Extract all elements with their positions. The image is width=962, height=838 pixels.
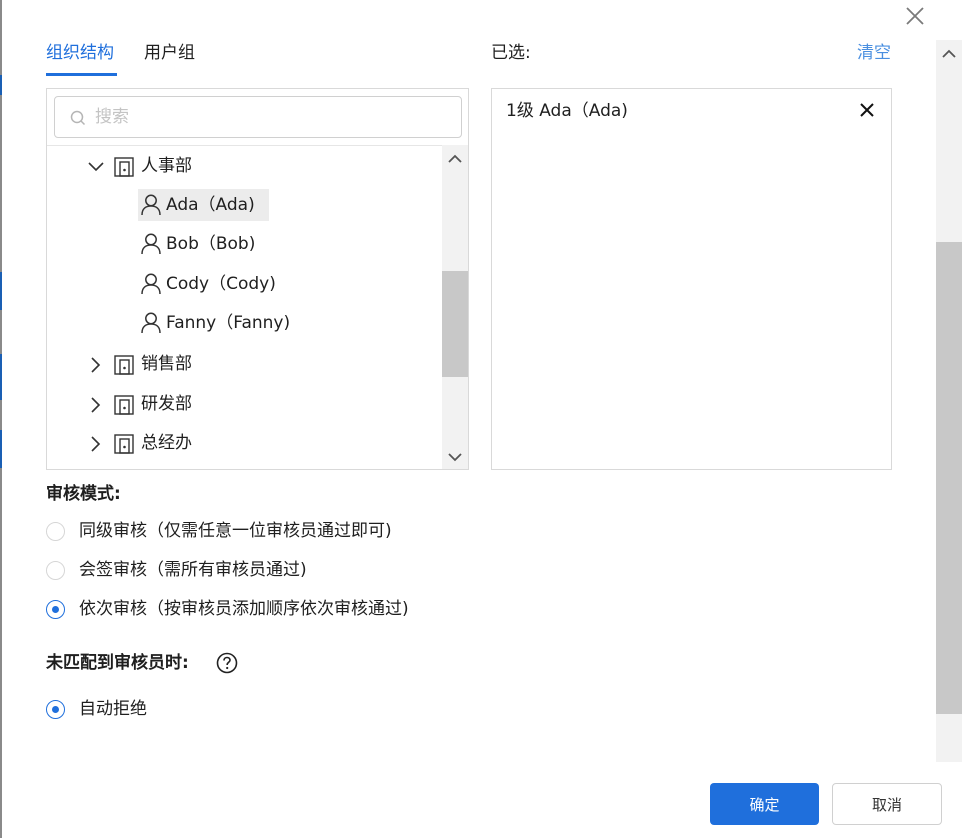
cancel-button[interactable]: 取消	[832, 783, 942, 825]
active-tab-indicator	[46, 73, 117, 76]
search-input[interactable]	[95, 103, 445, 131]
review-mode-option[interactable]: 会签审核（需所有审核员通过)	[46, 556, 346, 584]
tree-scrollbar[interactable]	[442, 145, 468, 469]
tree-node-user[interactable]: Ada（Ada)	[138, 189, 269, 221]
tree-node-user[interactable]: Fanny（Fanny)	[138, 307, 308, 339]
radio-button-checked[interactable]	[46, 600, 65, 619]
search-icon	[70, 110, 86, 126]
tab-org-structure[interactable]: 组织结构	[46, 40, 114, 66]
radio-button-checked[interactable]	[46, 700, 65, 719]
building-icon	[114, 157, 134, 177]
tree-node-dept[interactable]: 研发部	[87, 388, 287, 420]
help-icon[interactable]	[216, 652, 238, 674]
chevron-right-icon[interactable]	[87, 396, 105, 414]
page-scroll-thumb[interactable]	[936, 242, 962, 714]
tree-divider	[47, 145, 468, 146]
remove-selected-icon[interactable]	[858, 101, 876, 119]
review-mode-option[interactable]: 依次审核（按审核员添加顺序依次审核通过)	[46, 595, 466, 623]
chevron-down-icon[interactable]	[87, 158, 105, 176]
no-match-title: 未匹配到审核员时:	[46, 653, 189, 673]
window-left-edge-mark	[0, 430, 2, 468]
radio-label: 会签审核（需所有审核员通过)	[79, 560, 307, 580]
tree-node-label: Ada（Ada)	[166, 195, 255, 215]
radio-label: 自动拒绝	[79, 699, 147, 719]
radio-button[interactable]	[46, 561, 65, 580]
close-icon[interactable]	[903, 4, 927, 28]
radio-label: 同级审核（仅需任意一位审核员通过即可)	[79, 521, 392, 541]
window-left-edge-mark	[0, 354, 2, 400]
building-icon	[114, 434, 134, 454]
tree-node-label: 总经办	[141, 433, 192, 453]
window-left-edge-mark	[0, 272, 2, 310]
selected-panel: 1级 Ada（Ada)	[491, 88, 892, 470]
tab-user-groups[interactable]: 用户组	[144, 40, 195, 66]
tree-node-label: Cody（Cody)	[166, 274, 276, 294]
radio-button[interactable]	[46, 522, 65, 541]
tree-node-user[interactable]: Cody（Cody)	[138, 268, 298, 300]
chevron-right-icon[interactable]	[87, 435, 105, 453]
org-tree-panel: 人事部 Ada（Ada) Bob（Bob) Cody（Cody) Fanny（F…	[46, 88, 469, 470]
radio-label: 依次审核（按审核员添加顺序依次审核通过)	[79, 599, 409, 619]
tree-node-dept[interactable]: 人事部	[87, 150, 287, 182]
tree-scroll-thumb[interactable]	[442, 271, 468, 377]
chevron-up-icon[interactable]	[447, 151, 463, 167]
review-mode-option[interactable]: 同级审核（仅需任意一位审核员通过即可)	[46, 517, 446, 545]
selected-title: 已选:	[491, 43, 531, 63]
tree-node-label: Bob（Bob)	[166, 234, 256, 254]
clear-button[interactable]: 清空	[857, 40, 891, 66]
tree-node-label: 销售部	[141, 354, 192, 374]
chevron-down-icon[interactable]	[447, 449, 463, 465]
confirm-button[interactable]: 确定	[710, 783, 819, 825]
search-box	[54, 96, 462, 138]
user-icon	[141, 233, 161, 255]
review-mode-title: 审核模式:	[46, 484, 121, 504]
building-icon	[114, 355, 134, 375]
chevron-right-icon[interactable]	[87, 356, 105, 374]
window-left-edge-mark	[0, 75, 2, 95]
tree-node-dept[interactable]: 总经办	[87, 427, 287, 459]
chevron-up-icon[interactable]	[941, 46, 957, 62]
building-icon	[114, 395, 134, 415]
tree-node-user[interactable]: Bob（Bob)	[138, 228, 278, 260]
user-icon	[141, 194, 161, 216]
tree-node-label: 人事部	[141, 156, 192, 176]
window-left-edge	[0, 0, 2, 838]
page-scrollbar[interactable]	[936, 40, 962, 762]
tree-node-dept[interactable]: 销售部	[87, 348, 287, 380]
selected-item-label: 1级 Ada（Ada)	[506, 101, 628, 121]
no-match-option[interactable]: 自动拒绝	[46, 695, 206, 723]
user-icon	[141, 312, 161, 334]
user-icon	[141, 273, 161, 295]
tree-node-label: Fanny（Fanny)	[166, 313, 291, 333]
tree-node-label: 研发部	[141, 394, 192, 414]
